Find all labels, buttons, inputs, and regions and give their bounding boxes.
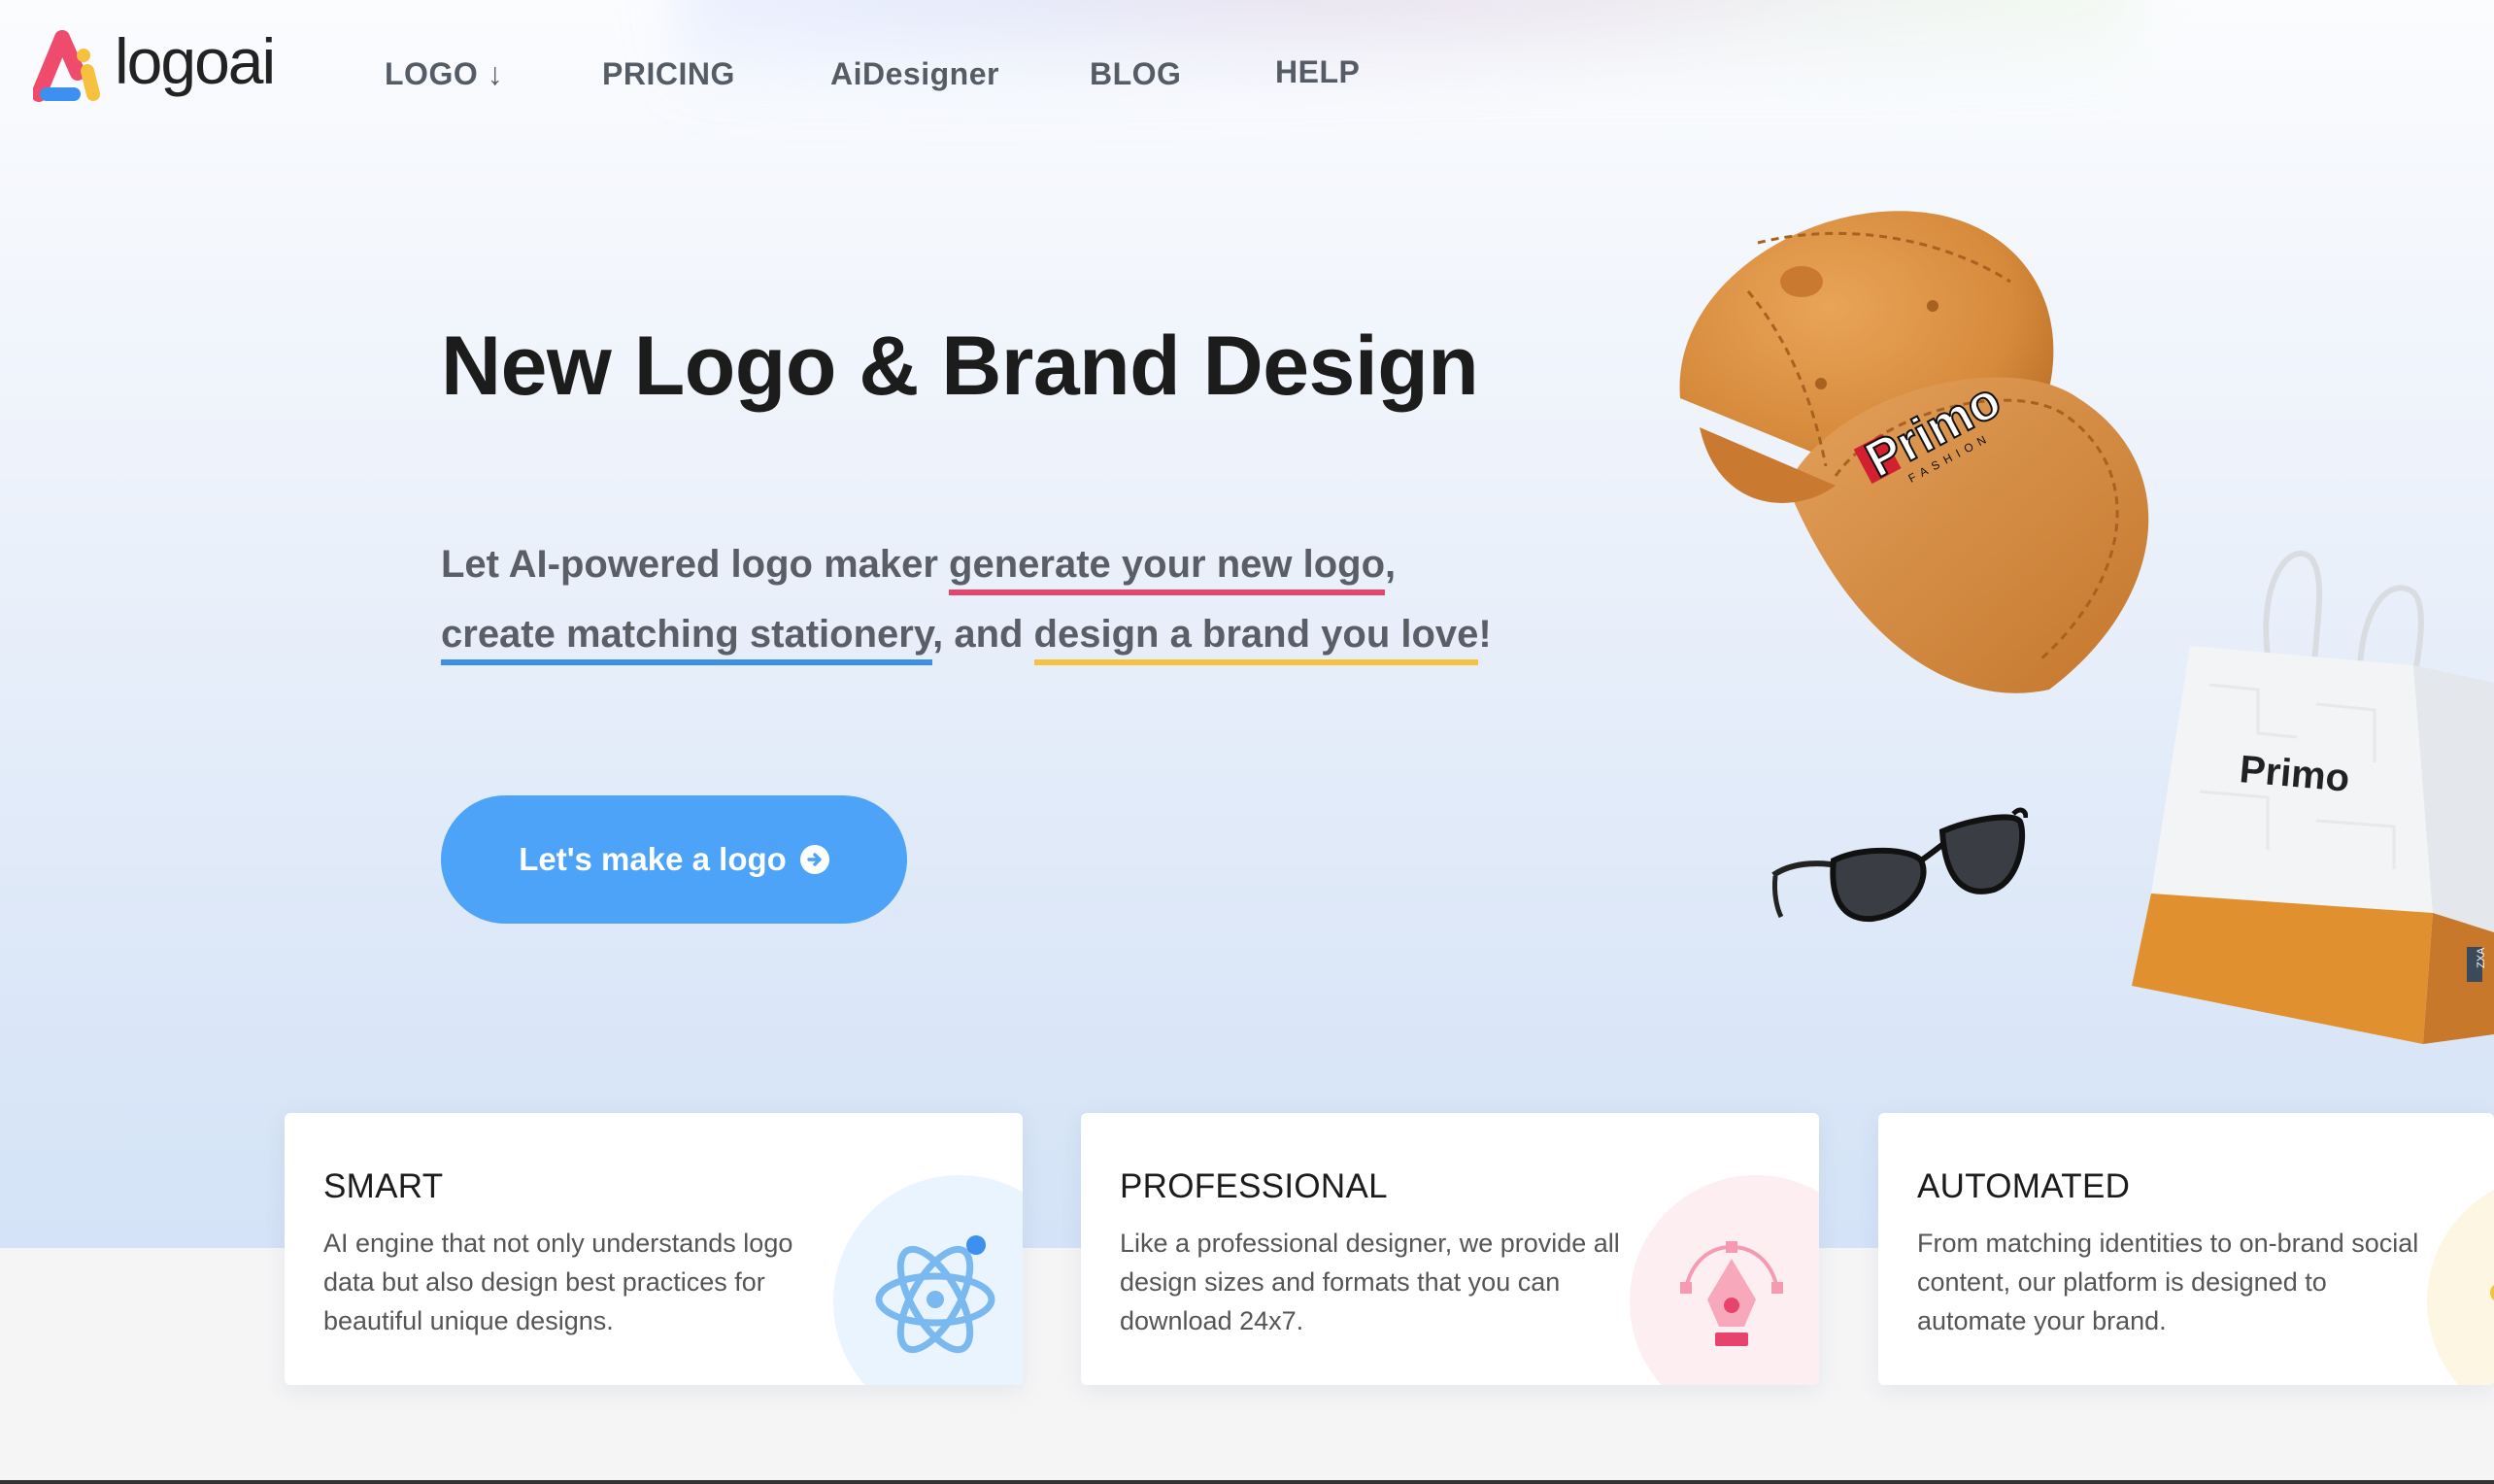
hero-sub-intro: Let AI-powered logo maker bbox=[441, 543, 950, 586]
stationery-link[interactable]: create matching stationery bbox=[441, 613, 933, 665]
logoai-logo-icon bbox=[31, 26, 115, 102]
pen-tool-icon bbox=[1668, 1230, 1795, 1356]
atom-icon bbox=[872, 1230, 998, 1356]
make-logo-label: Let's make a logo bbox=[519, 841, 787, 877]
feature-card-smart: SMART AI engine that not only understand… bbox=[285, 1113, 1023, 1385]
bag-tag-text: ZXA bbox=[2476, 947, 2487, 968]
site-header: logoai LOGO ↓ PRICING AiDesigner BLOG HE… bbox=[0, 0, 2494, 155]
hero-sub-and: , and bbox=[932, 613, 1034, 656]
hero-subtitle: Let AI-powered logo maker generate your … bbox=[441, 529, 1558, 669]
brand-name: logoai bbox=[115, 25, 276, 97]
arrow-circle-right-icon bbox=[799, 845, 829, 874]
nav-item-blog[interactable]: BLOG bbox=[1090, 56, 1181, 92]
generate-logo-link[interactable]: generate your new logo bbox=[949, 543, 1386, 595]
cap-image: Primo FASHION bbox=[1641, 194, 2185, 699]
brand-logo[interactable]: logoai bbox=[31, 25, 295, 103]
sunglasses-image bbox=[1766, 802, 2029, 928]
feature-text: AI engine that not only understands logo… bbox=[323, 1229, 793, 1335]
nav-item-aidesigner[interactable]: AiDesigner bbox=[830, 56, 999, 92]
automation-icon bbox=[2480, 1230, 2494, 1356]
feature-text: Like a professional designer, we provide… bbox=[1120, 1229, 1620, 1335]
feature-title: PROFESSIONAL bbox=[1120, 1167, 1388, 1205]
feature-title: SMART bbox=[323, 1167, 444, 1205]
feature-title: AUTOMATED bbox=[1917, 1167, 2131, 1205]
make-logo-button[interactable]: Let's make a logo bbox=[441, 795, 907, 924]
feature-card-professional: PROFESSIONAL Like a professional designe… bbox=[1081, 1113, 1819, 1385]
feature-text: From matching identities to on-brand soc… bbox=[1917, 1229, 2419, 1335]
page-bottom-border bbox=[0, 1480, 2494, 1484]
nav-item-help[interactable]: HELP bbox=[1275, 54, 1360, 90]
nav-item-logo[interactable]: LOGO ↓ bbox=[385, 56, 503, 92]
nav-item-pricing[interactable]: PRICING bbox=[602, 56, 735, 92]
hero-sub-end: ! bbox=[1478, 613, 1492, 656]
shopping-bag-image: Primo ZXA bbox=[2122, 539, 2494, 1054]
hero-sub-comma: , bbox=[1385, 543, 1397, 586]
brand-link[interactable]: design a brand you love bbox=[1033, 613, 1479, 665]
hero-title: New Logo & Brand Design bbox=[441, 320, 1479, 413]
feature-card-automated: AUTOMATED From matching identities to on… bbox=[1878, 1113, 2494, 1385]
